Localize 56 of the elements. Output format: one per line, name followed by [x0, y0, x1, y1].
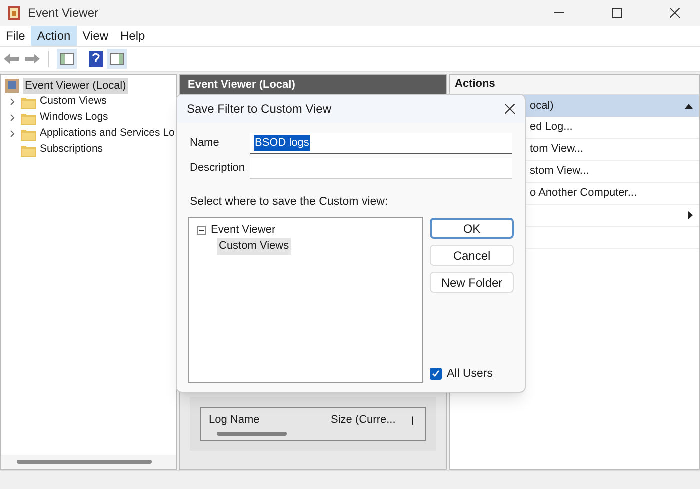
folder-icon [21, 144, 36, 156]
action-pane-button[interactable] [107, 49, 127, 69]
command-link[interactable]: o Another Computer... [530, 185, 693, 202]
scrollbar-thumb[interactable] [17, 460, 152, 464]
selected-text: BSOD logs [254, 134, 310, 152]
dialog-button[interactable]: New Folder [430, 272, 514, 294]
tree-item[interactable]: Event Viewer [210, 222, 277, 238]
scrollbar-thumb[interactable] [217, 432, 287, 436]
dialog-button[interactable]: Cancel [430, 245, 514, 266]
submenu-arrow-icon[interactable] [688, 211, 693, 220]
tree-item[interactable]: Custom Views [217, 238, 292, 254]
field-label: Name [190, 136, 220, 152]
tree-item[interactable]: Event Viewer (Local) [23, 78, 128, 94]
back-arrow-icon[interactable] [4, 53, 20, 65]
tree-item[interactable]: Windows Logs [40, 110, 108, 126]
collapse-triangle-icon[interactable] [685, 104, 693, 108]
close-icon[interactable] [670, 8, 680, 18]
tree-item[interactable]: Custom Views [40, 94, 107, 110]
help-icon[interactable] [89, 51, 103, 67]
dialog-title: Save Filter to Custom View [187, 101, 332, 118]
expand-chevron-icon[interactable] [9, 98, 17, 106]
app-icon [8, 6, 20, 20]
menu-item[interactable]: File [0, 26, 32, 46]
expand-chevron-icon[interactable] [9, 130, 17, 138]
column-header[interactable]: Size (Curre... [331, 412, 403, 430]
show-pane-button[interactable] [57, 49, 77, 69]
panel-header: Event Viewer (Local) [180, 75, 446, 95]
command-link[interactable]: ed Log... [530, 119, 693, 136]
forward-arrow-icon[interactable] [24, 53, 40, 65]
name-field[interactable]: BSOD logs [250, 133, 512, 154]
folder-icon [21, 128, 36, 140]
section-label: Select where to save the Custom view: [189, 195, 390, 210]
menu-item[interactable]: View [76, 26, 114, 46]
close-icon[interactable] [505, 104, 515, 114]
expand-chevron-icon[interactable] [9, 114, 17, 122]
computer-log-icon [5, 79, 19, 93]
maximize-icon[interactable] [612, 8, 622, 18]
tree-item[interactable]: Subscriptions [40, 142, 104, 158]
folder-icon [21, 96, 36, 108]
dialog-button[interactable]: OK [430, 218, 514, 240]
tree-item[interactable]: Applications and Services Lo [40, 126, 175, 142]
panel-header: Actions [450, 75, 699, 95]
checkbox-label: All Users [447, 366, 494, 382]
menu-item[interactable]: Action [31, 26, 77, 46]
command-link[interactable]: stom View... [530, 163, 693, 180]
folder-icon [21, 112, 36, 124]
all-users-checkbox[interactable] [430, 368, 442, 380]
command-link[interactable]: tom View... [530, 141, 693, 158]
window-title: Event Viewer [28, 5, 98, 22]
action-group-title: ocal) [530, 98, 555, 114]
collapse-box-icon[interactable] [197, 226, 206, 235]
column-header[interactable]: Log Name [209, 412, 331, 430]
field-label: Description [190, 161, 246, 176]
menu-item[interactable]: Help [114, 26, 152, 46]
description-field[interactable] [250, 158, 512, 179]
column-header[interactable]: I [411, 412, 414, 430]
